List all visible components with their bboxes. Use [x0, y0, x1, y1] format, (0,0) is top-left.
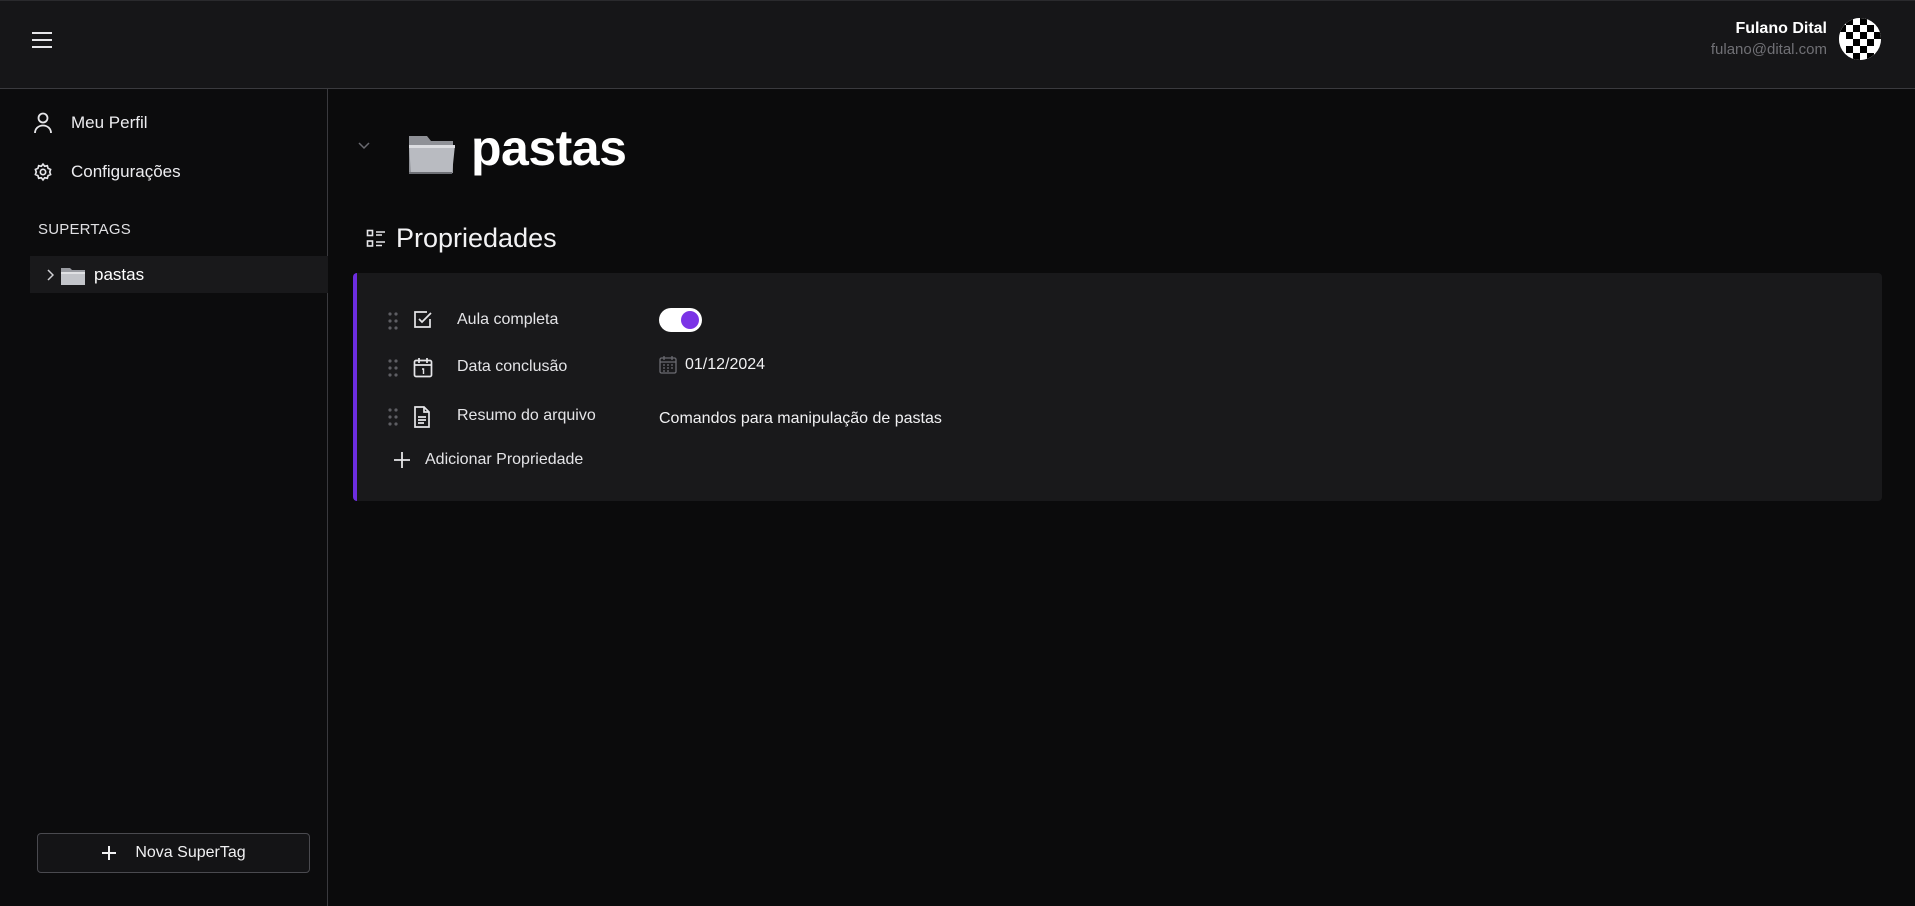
drag-handle-icon[interactable]: [388, 359, 398, 377]
property-name: Aula completa: [457, 311, 559, 328]
sidebar-item-meu-perfil[interactable]: Meu Perfil: [33, 108, 148, 138]
new-supertag-label: Nova SuperTag: [135, 844, 246, 861]
calendar-icon: [413, 358, 433, 378]
user-email: fulano@dital.com: [1710, 41, 1827, 58]
property-name: Data conclusão: [457, 358, 568, 375]
properties-title: Propriedades: [396, 223, 557, 253]
sidebar-item-pastas[interactable]: pastas: [30, 256, 328, 293]
avatar-pattern-icon: [1839, 18, 1881, 60]
resumo-text-field[interactable]: Comandos para manipulação de pastas: [659, 410, 942, 428]
tag-label: pastas: [94, 264, 145, 284]
add-property-label: Adicionar Propriedade: [425, 451, 584, 468]
checkbox-icon: [414, 311, 432, 328]
property-row: Data conclusão 01/12/2024: [357, 352, 1857, 384]
sidebar-item-configuracoes[interactable]: Configurações: [33, 157, 181, 187]
chevron-down-icon[interactable]: [357, 141, 371, 151]
sidebar-item-label: Configurações: [71, 162, 181, 181]
chevron-right-icon[interactable]: [46, 268, 54, 281]
gear-icon: [34, 162, 52, 182]
date-picker-field[interactable]: 01/12/2024: [659, 355, 765, 374]
sidebar: Meu Perfil Configurações SUPERTAGS pasta…: [0, 89, 328, 906]
hamburger-icon: [32, 32, 52, 48]
page-title: pastas: [471, 120, 627, 176]
avatar[interactable]: [1839, 18, 1881, 60]
date-value: 01/12/2024: [685, 355, 766, 373]
property-name: Resumo do arquivo: [457, 407, 596, 424]
toggle-knob: [681, 311, 699, 329]
plus-icon: [102, 846, 117, 860]
property-row: Resumo do arquivo Comandos para manipula…: [357, 401, 1857, 433]
user-name: Fulano Dital: [1735, 20, 1827, 37]
supertags-section-label: SUPERTAGS: [38, 221, 131, 238]
aula-completa-toggle[interactable]: [659, 308, 702, 332]
property-row: Aula completa: [357, 305, 1857, 337]
drag-handle-icon[interactable]: [388, 312, 398, 330]
folder-icon: [61, 267, 85, 285]
top-header: Fulano Dital fulano@dital.com: [0, 0, 1915, 89]
user-info: Fulano Dital fulano@dital.com: [1711, 19, 1827, 61]
document-icon: [414, 406, 430, 428]
add-property-button[interactable]: Adicionar Propriedade: [393, 451, 583, 469]
plus-icon: [394, 452, 410, 468]
main-content: pastas Propriedades Aula completa Data c…: [329, 89, 1915, 906]
properties-heading: Propriedades: [366, 223, 557, 254]
drag-handle-icon[interactable]: [388, 408, 398, 426]
new-supertag-button[interactable]: Nova SuperTag: [37, 833, 310, 873]
user-icon: [34, 112, 52, 134]
hamburger-menu-button[interactable]: [30, 28, 54, 52]
folder-icon: [409, 136, 455, 174]
calendar-icon: [659, 356, 677, 374]
list-icon: [366, 229, 385, 247]
sidebar-item-label: Meu Perfil: [71, 113, 148, 132]
properties-card: Aula completa Data conclusão 01/12/2024 …: [353, 273, 1882, 501]
